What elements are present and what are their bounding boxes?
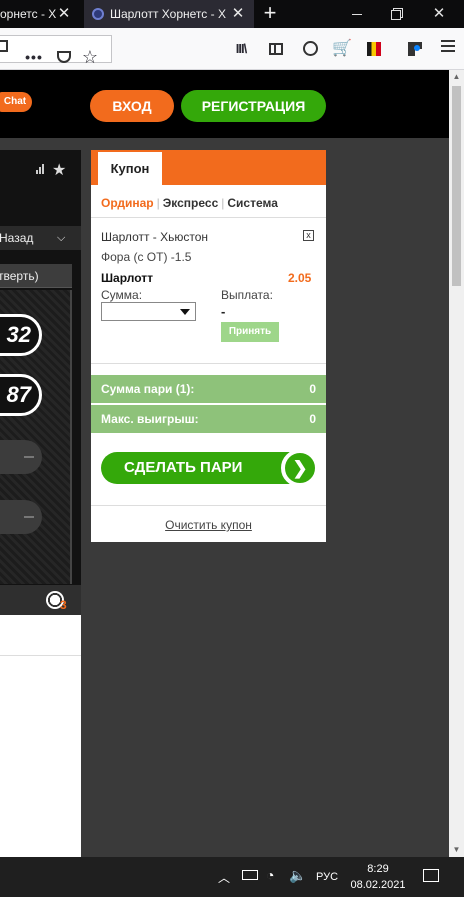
url-bar[interactable]: ••• ☆ xyxy=(0,35,112,67)
make-bet-label: СДЕЛАТЬ ПАРИ xyxy=(124,459,243,476)
tab-coupon[interactable]: Купон xyxy=(98,152,162,185)
market-name: Фора (с ОТ) -1.5 xyxy=(101,250,192,264)
selection-name: Шарлотт xyxy=(101,271,154,285)
chat-button[interactable]: Chat xyxy=(0,92,32,112)
tab-close-icon[interactable]: ✕ xyxy=(230,0,246,28)
tray-chevron-icon[interactable]: ︿ xyxy=(218,869,230,886)
accept-button[interactable]: Принять xyxy=(221,322,279,342)
event-name: Шарлотт - Хьюстон xyxy=(101,230,209,244)
favorite-star-icon[interactable]: ★ xyxy=(52,160,66,180)
tab-title: Шарлотт Хорнетс - Х xyxy=(110,7,226,21)
scroll-down-icon[interactable]: ▼ xyxy=(449,843,464,857)
reader-view-icon[interactable] xyxy=(0,40,8,52)
clock[interactable]: 8:29 08.02.2021 xyxy=(350,861,406,893)
sport-row: 3 xyxy=(0,585,81,615)
maximize-icon xyxy=(391,9,401,20)
tab-close-icon[interactable]: ✕ xyxy=(56,0,72,28)
stats-icon[interactable] xyxy=(36,164,46,174)
period-text: тверть) xyxy=(0,269,39,283)
coupon-header: Купон xyxy=(91,150,326,185)
clock-date: 08.02.2021 xyxy=(350,879,406,891)
max-win-value: 0 xyxy=(309,412,316,426)
max-win-label: Макс. выигрыш: xyxy=(101,412,199,426)
tab-single[interactable]: Ординар xyxy=(101,196,154,210)
library-icon[interactable]: III\ xyxy=(229,37,253,61)
total-stake-value: 0 xyxy=(309,382,316,396)
stake-label: Сумма: xyxy=(101,288,143,302)
score-away: 87 xyxy=(0,374,42,416)
divider xyxy=(91,363,326,364)
pocket-icon[interactable] xyxy=(52,45,76,69)
content-block xyxy=(0,615,81,857)
ball-count: 3 xyxy=(60,598,67,612)
tab-express[interactable]: Экспресс xyxy=(163,196,219,210)
max-win-bar: Макс. выигрыш: 0 xyxy=(91,405,326,433)
browser-tab-2[interactable]: Шарлотт Хорнетс - Х ✕ xyxy=(84,0,254,28)
chevron-down-icon: ⌵ xyxy=(57,232,66,244)
close-window-button[interactable]: ✕ xyxy=(424,0,454,28)
account-icon[interactable] xyxy=(298,37,322,61)
bet-type-tabs: Ординар | Экспресс | Система xyxy=(101,196,278,210)
page-scrollbar[interactable]: ▲ ▼ xyxy=(449,70,464,857)
new-tab-button[interactable]: + xyxy=(258,0,282,28)
remove-x-icon[interactable]: x xyxy=(303,230,314,241)
bet-coupon: Купон Ординар | Экспресс | Система Шарлотт -… xyxy=(91,150,326,542)
browser-toolbar: ••• ☆ III\ 🛒 xyxy=(0,28,464,70)
odds-value: 2.05 xyxy=(288,271,312,285)
notification-icon[interactable] xyxy=(423,869,439,882)
divider xyxy=(91,505,326,506)
stake-select[interactable] xyxy=(101,302,196,321)
score-home: 32 xyxy=(0,314,42,356)
period-label: тверть) xyxy=(0,264,72,288)
login-button[interactable]: ВХОД xyxy=(90,90,174,122)
score-field: 32 87 xyxy=(0,290,72,584)
cart-icon[interactable]: 🛒 xyxy=(330,37,354,61)
clear-coupon-link[interactable]: Очистить купон xyxy=(91,518,326,532)
site-header: Chat ВХОД РЕГИСТРАЦИЯ xyxy=(0,70,449,138)
windows-taskbar: ︿ ◔ 🔈 РУС 8:29 08.02.2021 xyxy=(0,857,464,897)
web-page: Chat ВХОД РЕГИСТРАЦИЯ ★ Назад ⌵ тверть) … xyxy=(0,70,449,857)
minimize-button[interactable] xyxy=(342,0,372,28)
page-actions-icon[interactable]: ••• xyxy=(22,45,46,69)
clock-time: 8:29 xyxy=(367,863,389,875)
favicon-icon xyxy=(92,8,104,20)
match-panel: ★ Назад ⌵ тверть) 32 87 3 xyxy=(0,150,81,620)
payout-value: - xyxy=(221,304,226,319)
minimize-icon xyxy=(352,14,362,16)
tab-system[interactable]: Система xyxy=(227,196,278,210)
score-placeholder xyxy=(0,500,42,534)
score-placeholder xyxy=(0,440,42,474)
volume-icon[interactable]: 🔈 xyxy=(289,867,306,884)
language-indicator[interactable]: РУС xyxy=(316,871,338,883)
back-label: Назад xyxy=(0,231,34,245)
browser-tab-bar: орнетс - Х ✕ Шарлотт Хорнетс - Х ✕ + ✕ xyxy=(0,0,464,28)
extension-icon[interactable] xyxy=(403,37,427,61)
scroll-thumb[interactable] xyxy=(452,86,461,286)
battery-icon[interactable] xyxy=(242,870,258,880)
total-stake-label: Сумма пари (1): xyxy=(101,382,195,396)
menu-icon[interactable] xyxy=(436,37,460,61)
back-bar[interactable]: Назад ⌵ xyxy=(0,226,81,250)
tab-title: орнетс - Х xyxy=(0,7,57,21)
scroll-up-icon[interactable]: ▲ xyxy=(449,70,464,84)
payout-label: Выплата: xyxy=(221,288,273,302)
browser-tab-1[interactable]: орнетс - Х ✕ xyxy=(0,0,78,28)
divider xyxy=(91,217,326,218)
maximize-button[interactable] xyxy=(381,0,411,28)
make-bet-button[interactable]: СДЕЛАТЬ ПАРИ ❯ xyxy=(101,449,319,487)
sidebar-icon[interactable] xyxy=(264,37,288,61)
register-button[interactable]: РЕГИСТРАЦИЯ xyxy=(181,90,326,122)
arrow-right-icon: ❯ xyxy=(281,449,319,487)
flag-icon[interactable] xyxy=(362,37,386,61)
wifi-icon[interactable]: ◔ xyxy=(266,867,274,883)
bookmark-star-icon[interactable]: ☆ xyxy=(78,45,102,69)
total-stake-bar: Сумма пари (1): 0 xyxy=(91,375,326,403)
